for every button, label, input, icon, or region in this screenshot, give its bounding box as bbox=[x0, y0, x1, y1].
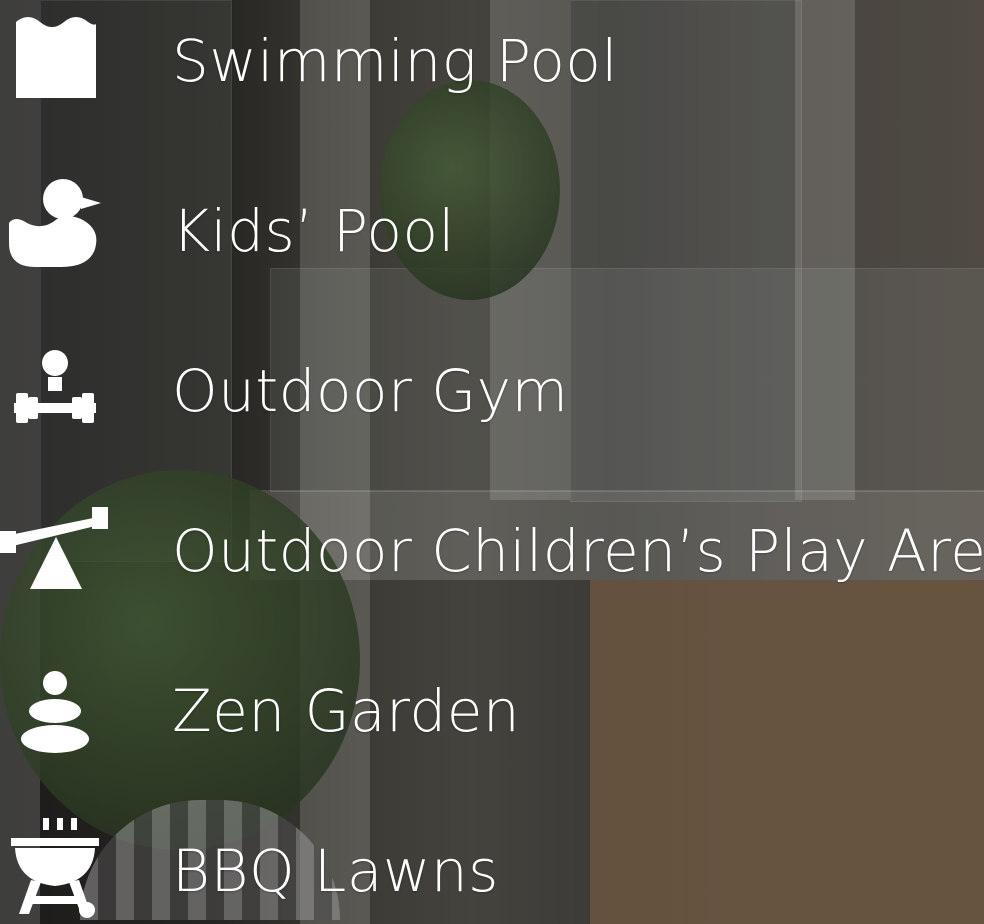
swimming-pool-icon bbox=[0, 0, 110, 110]
amenities-list: Swimming Pool Kids’ Pool Outdoor Gym Out… bbox=[0, 0, 984, 924]
rubber-duck-icon bbox=[0, 170, 110, 280]
amenity-item-swimming-pool: Swimming Pool bbox=[0, 0, 984, 120]
weightlifter-icon bbox=[0, 330, 110, 440]
amenity-item-bbq-lawns: BBQ Lawns bbox=[0, 810, 984, 924]
amenity-label: Outdoor Gym bbox=[172, 357, 569, 425]
amenity-item-play-area: Outdoor Children’s Play Area bbox=[0, 490, 984, 610]
amenity-item-zen-garden: Zen Garden bbox=[0, 650, 984, 770]
amenity-label: Outdoor Children’s Play Area bbox=[172, 517, 984, 585]
amenity-label: Zen Garden bbox=[172, 677, 521, 745]
stacked-stones-icon bbox=[0, 650, 110, 760]
amenity-label: Kids’ Pool bbox=[172, 197, 456, 265]
bbq-grill-icon bbox=[0, 810, 110, 920]
amenity-label: BBQ Lawns bbox=[172, 837, 499, 905]
amenity-item-outdoor-gym: Outdoor Gym bbox=[0, 330, 984, 450]
amenity-label: Swimming Pool bbox=[172, 27, 618, 95]
seesaw-icon bbox=[0, 490, 110, 600]
amenity-item-kids-pool: Kids’ Pool bbox=[0, 170, 984, 290]
